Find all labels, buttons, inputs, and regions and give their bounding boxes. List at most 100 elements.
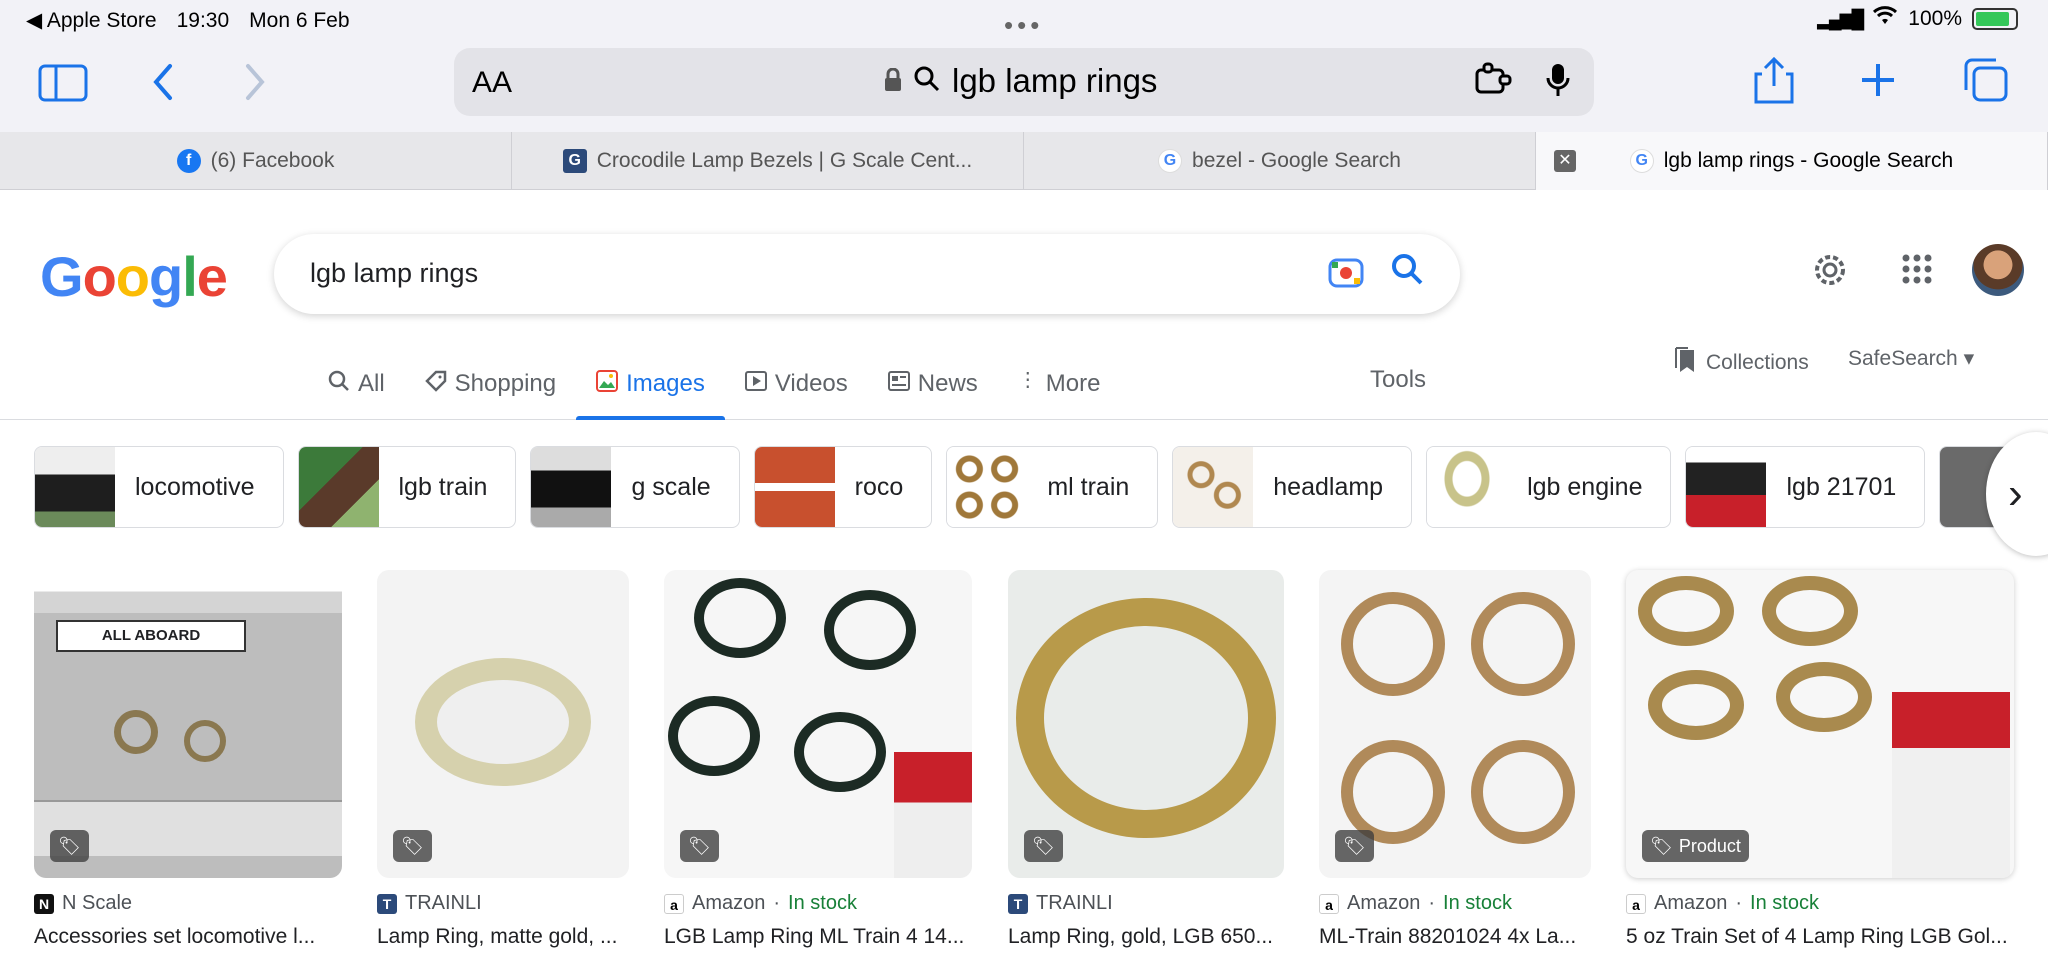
stock-status: In stock [1750, 892, 1819, 914]
battery-percent: 100% [1908, 7, 1962, 30]
label-graphic: ALL ABOARD [56, 620, 246, 652]
result-image[interactable]: 🏷 Product [1626, 570, 2014, 878]
search-icon [328, 370, 350, 399]
safesearch-dropdown[interactable]: SafeSearch ▾ [1848, 346, 1974, 371]
collections-button[interactable]: Collections [1674, 346, 1809, 380]
result-source[interactable]: N Scale [62, 892, 132, 915]
avatar[interactable] [1972, 244, 2024, 296]
back-arrow-icon[interactable] [150, 62, 174, 109]
address-bar[interactable]: AA lgb lamp rings [454, 48, 1594, 116]
image-result[interactable]: ALL ABOARD 🏷 N N Scale Accessories set lo… [34, 570, 342, 949]
result-image[interactable]: 🏷 [1319, 570, 1591, 878]
result-title[interactable]: Lamp Ring, matte gold, ... [377, 925, 629, 949]
ring-graphic [1471, 592, 1575, 696]
ring-graphic [1638, 576, 1734, 646]
tag-icon: 🏷 [1650, 835, 1673, 856]
browser-tab-bezel[interactable]: G bezel - Google Search [1024, 132, 1536, 190]
google-logo[interactable]: Google [40, 244, 228, 309]
tab-news[interactable]: News [868, 360, 998, 420]
tab-shopping[interactable]: Shopping [405, 360, 576, 420]
result-source[interactable]: TRAINLI [1036, 892, 1113, 915]
settings-gear-icon[interactable] [1810, 250, 1850, 295]
back-to-app[interactable]: ◀ Apple Store [26, 8, 157, 33]
ring-graphic [1762, 576, 1858, 646]
chip-headlamp[interactable]: headlamp [1172, 446, 1413, 528]
ring-graphic [1341, 740, 1445, 844]
ring-graphic [1471, 740, 1575, 844]
tag-icon: 🏷 [401, 835, 424, 856]
tools-button[interactable]: Tools [1370, 366, 1426, 394]
chip-thumbnail [298, 447, 379, 527]
browser-tab-lgb-lamp-rings[interactable]: ✕ G lgb lamp rings - Google Search [1536, 132, 2048, 190]
chip-g-scale[interactable]: g scale [530, 446, 740, 528]
status-date: Mon 6 Feb [249, 8, 350, 32]
image-result[interactable]: 🏷 a Amazon · In stock ML-Train 88201024 4x … [1319, 570, 1591, 949]
play-icon [744, 370, 767, 399]
image-result[interactable]: 🏷 T TRAINLI Lamp Ring, matte gold, ... [377, 570, 629, 949]
multitasking-dots-icon[interactable]: ••• [1004, 10, 1043, 41]
chip-thumbnail [1686, 447, 1767, 527]
chip-roco[interactable]: roco [753, 446, 933, 528]
chip-label: lgb engine [1527, 472, 1643, 501]
result-image[interactable]: 🏷 [664, 570, 972, 878]
facebook-icon: f [176, 149, 201, 173]
result-image[interactable]: 🏷 [377, 570, 629, 878]
sidebar-icon[interactable] [38, 64, 88, 109]
result-title[interactable]: Lamp Ring, gold, LGB 650... [1008, 925, 1284, 949]
tab-more[interactable]: ⋮ More [998, 360, 1121, 420]
search-box[interactable]: lgb lamp rings [274, 234, 1460, 314]
ring-graphic [184, 720, 226, 762]
close-tab-icon[interactable]: ✕ [1554, 150, 1576, 172]
chip-lgb-21701[interactable]: lgb 21701 [1685, 446, 1926, 528]
result-source[interactable]: Amazon [1654, 892, 1727, 915]
product-tag-badge: 🏷 [1335, 830, 1374, 862]
chip-lgb-engine[interactable]: lgb engine [1426, 446, 1672, 528]
search-submit-icon[interactable] [1390, 252, 1424, 295]
tag-icon: 🏷 [58, 835, 81, 856]
cellular-signal-icon: ▂▄▆█ [1817, 8, 1864, 29]
image-result[interactable]: 🏷 T TRAINLI Lamp Ring, gold, LGB 650... [1008, 570, 1284, 949]
result-title[interactable]: 5 oz Train Set of 4 Lamp Ring LGB Gol... [1626, 925, 2014, 949]
result-source[interactable]: Amazon [1347, 892, 1420, 915]
image-result[interactable]: 🏷 a Amazon · In stock LGB Lamp Ring ML Trai… [664, 570, 972, 949]
result-source[interactable]: Amazon [692, 892, 765, 915]
chip-locomotive[interactable]: locomotive [34, 446, 284, 528]
stock-status: In stock [788, 892, 857, 914]
new-tab-plus-icon[interactable] [1858, 60, 1898, 107]
amazon-icon: a [664, 893, 684, 914]
text-size-button[interactable]: AA [472, 66, 512, 100]
trainli-icon: T [1008, 893, 1028, 914]
result-image[interactable]: 🏷 [1008, 570, 1284, 878]
browser-tab-gscale[interactable]: G Crocodile Lamp Bezels | G Scale Cent..… [512, 132, 1024, 190]
chip-thumbnail [754, 447, 835, 527]
result-image[interactable]: ALL ABOARD 🏷 [34, 570, 342, 878]
ring-graphic [1016, 598, 1276, 838]
apps-grid-icon[interactable] [1902, 254, 1932, 289]
microphone-icon[interactable] [1546, 62, 1570, 106]
google-header: Google lgb lamp rings All Shopping Image… [0, 190, 2048, 420]
result-title[interactable]: LGB Lamp Ring ML Train 4 14... [664, 925, 972, 949]
forward-arrow-icon[interactable] [244, 62, 268, 109]
google-icon: G [1158, 149, 1183, 173]
chip-lgb-train[interactable]: lgb train [297, 446, 517, 528]
lens-camera-icon[interactable] [1328, 256, 1364, 296]
tab-overview-icon[interactable] [1962, 58, 2008, 109]
ring-graphic [1648, 670, 1744, 740]
browser-tab-facebook[interactable]: f (6) Facebook [0, 132, 512, 190]
chip-label: lgb train [398, 472, 488, 501]
extension-icon[interactable] [1474, 62, 1514, 104]
product-tag-badge: 🏷 [50, 830, 89, 862]
status-time: 19:30 [176, 8, 230, 32]
tab-videos[interactable]: Videos [725, 360, 868, 420]
image-result[interactable]: 🏷 Product a Amazon · In stock 5 oz Train Set… [1626, 570, 2014, 949]
search-input[interactable]: lgb lamp rings [310, 258, 478, 289]
result-title[interactable]: Accessories set locomotive l... [34, 925, 342, 949]
search-icon [914, 62, 940, 100]
result-title[interactable]: ML-Train 88201024 4x La... [1319, 925, 1591, 949]
ring-graphic [1776, 662, 1872, 732]
result-source[interactable]: TRAINLI [405, 892, 482, 915]
tab-images[interactable]: Images [576, 360, 725, 420]
share-icon[interactable] [1752, 56, 1796, 111]
tab-all[interactable]: All [308, 360, 405, 420]
chip-ml-train[interactable]: ml train [946, 446, 1159, 528]
